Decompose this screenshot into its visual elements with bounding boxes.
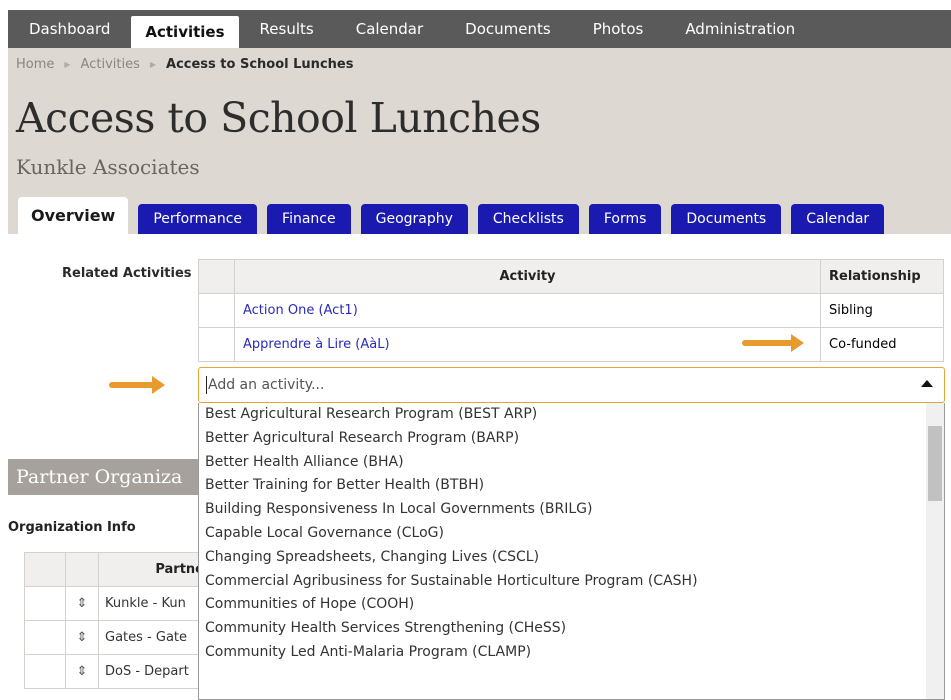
- dropdown-option[interactable]: Communities of Hope (COOH): [199, 593, 944, 617]
- dropdown-option[interactable]: Community Led Anti-Malaria Program (CLAM…: [199, 641, 944, 665]
- column-header-partner: Partne: [98, 552, 209, 587]
- relationship-cell: Sibling: [820, 293, 944, 328]
- column-header-blank: [65, 552, 99, 587]
- partner-name-cell: Gates - Gate: [98, 620, 209, 655]
- row-cell-blank: [198, 327, 235, 362]
- dropdown-option[interactable]: Changing Spreadsheets, Changing Lives (C…: [199, 546, 944, 570]
- breadcrumb: Home ▶ Activities ▶ Access to School Lun…: [16, 57, 353, 72]
- breadcrumb-current: Access to School Lunches: [166, 57, 354, 72]
- add-activity-combobox[interactable]: [198, 367, 945, 403]
- row-cell-blank: [24, 654, 66, 689]
- related-activities-table: Activity Relationship Action One (Act1) …: [198, 259, 944, 362]
- dropdown-option[interactable]: Better Training for Better Health (BTBH): [199, 474, 944, 498]
- tab-checklists[interactable]: Checklists: [477, 204, 579, 234]
- nav-administration[interactable]: Administration: [664, 10, 816, 48]
- activity-link[interactable]: Action One (Act1): [234, 293, 821, 328]
- table-row: Action One (Act1) Sibling: [198, 293, 944, 328]
- overview-content: Related Activities Activity Relationship…: [8, 234, 951, 700]
- nav-photos[interactable]: Photos: [572, 10, 665, 48]
- nav-documents[interactable]: Documents: [444, 10, 572, 48]
- partner-name-cell: Kunkle - Kun: [98, 586, 209, 621]
- related-activities-label: Related Activities: [62, 266, 192, 281]
- partner-organizations-header: Partner Organiza: [8, 459, 198, 495]
- row-cell-blank: [198, 293, 235, 328]
- partner-organizations-table: Partne ⇕ Kunkle - Kun ⇕ Gates - Gate ⇕ D…: [24, 552, 209, 689]
- dropdown-option[interactable]: Capable Local Governance (CLoG): [199, 522, 944, 546]
- tab-forms[interactable]: Forms: [588, 204, 662, 234]
- orange-arrow-annotation: [109, 376, 165, 394]
- dropdown-scrollbar[interactable]: [926, 403, 944, 699]
- activity-link[interactable]: Apprendre à Lire (AàL): [234, 327, 821, 362]
- table-row: ⇕ DoS - Depart: [24, 654, 209, 689]
- partner-organizations-title: Partner Organiza: [16, 466, 183, 488]
- table-row: Apprendre à Lire (AàL) Co-funded: [198, 327, 944, 362]
- relationship-cell: Co-funded: [820, 327, 944, 362]
- column-header-relationship: Relationship: [820, 259, 944, 294]
- nav-calendar[interactable]: Calendar: [335, 10, 444, 48]
- nav-results[interactable]: Results: [239, 10, 335, 48]
- triangle-right-icon: ▶: [64, 60, 71, 69]
- table-row: ⇕ Gates - Gate: [24, 620, 209, 655]
- tab-performance[interactable]: Performance: [138, 204, 258, 234]
- dropdown-option[interactable]: Community Health Services Strengthening …: [199, 617, 944, 641]
- triangle-up-icon[interactable]: [921, 380, 933, 387]
- dropdown-option[interactable]: Best Agricultural Research Program (BEST…: [199, 403, 944, 427]
- tab-geography[interactable]: Geography: [360, 204, 468, 234]
- dropdown-option[interactable]: Building Responsiveness In Local Governm…: [199, 498, 944, 522]
- column-header-blank: [198, 259, 235, 294]
- organization-info-label: Organization Info: [8, 520, 136, 535]
- add-activity-input[interactable]: [206, 376, 890, 394]
- row-cell-blank: [24, 586, 66, 621]
- up-down-arrow-icon[interactable]: ⇕: [65, 620, 99, 655]
- row-cell-blank: [24, 620, 66, 655]
- partner-name-cell: DoS - Depart: [98, 654, 209, 689]
- orange-arrow-annotation: [742, 334, 804, 352]
- scrollbar-thumb[interactable]: [928, 426, 942, 501]
- tab-finance[interactable]: Finance: [267, 204, 351, 234]
- column-header-activity: Activity: [234, 259, 821, 294]
- nav-activities[interactable]: Activities: [131, 16, 239, 48]
- triangle-right-icon: ▶: [149, 60, 157, 69]
- breadcrumb-home[interactable]: Home: [16, 57, 54, 72]
- dropdown-option[interactable]: Commercial Agribusiness for Sustainable …: [199, 570, 944, 594]
- up-down-arrow-icon[interactable]: ⇕: [65, 654, 99, 689]
- column-header-blank: [24, 552, 66, 587]
- dropdown-option[interactable]: Better Agricultural Research Program (BA…: [199, 427, 944, 451]
- tab-calendar[interactable]: Calendar: [791, 204, 885, 234]
- breadcrumb-activities[interactable]: Activities: [81, 57, 140, 72]
- page-title: Access to School Lunches: [16, 94, 541, 142]
- nav-dashboard[interactable]: Dashboard: [8, 10, 131, 48]
- tab-bar: Overview Performance Finance Geography C…: [18, 192, 894, 234]
- up-down-arrow-icon[interactable]: ⇕: [65, 586, 99, 621]
- tab-documents[interactable]: Documents: [671, 204, 782, 234]
- tab-overview[interactable]: Overview: [18, 197, 129, 234]
- page-header: Home ▶ Activities ▶ Access to School Lun…: [8, 48, 951, 234]
- table-row: ⇕ Kunkle - Kun: [24, 586, 209, 621]
- dropdown-option[interactable]: Better Health Alliance (BHA): [199, 451, 944, 475]
- page-subtitle: Kunkle Associates: [16, 155, 200, 179]
- top-navigation: Dashboard Activities Results Calendar Do…: [8, 10, 951, 48]
- activity-dropdown-list: Best Agricultural Research Program (BEST…: [198, 403, 945, 700]
